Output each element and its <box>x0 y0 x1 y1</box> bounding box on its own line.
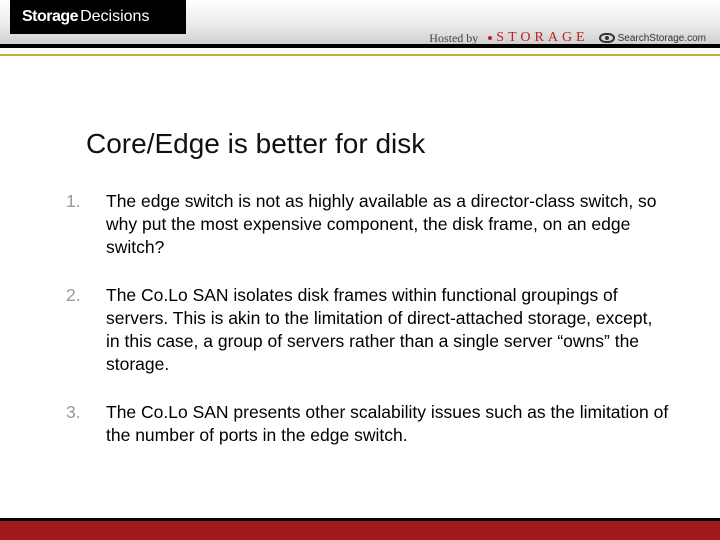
brand-logo: Storage Decisions <box>10 0 186 34</box>
list-item: The edge switch is not as highly availab… <box>66 190 670 258</box>
brand-text-light: Decisions <box>80 8 149 26</box>
sponsor-searchstorage-logo: SearchStorage.com <box>599 33 706 44</box>
list-item-text: The Co.Lo SAN isolates disk frames withi… <box>106 285 652 373</box>
slide: Storage Decisions Hosted by STORAGE Sear… <box>0 0 720 540</box>
hosted-by-label: Hosted by <box>429 31 478 46</box>
eye-icon <box>599 33 615 43</box>
list-item-text: The edge switch is not as highly availab… <box>106 191 657 257</box>
hosted-by-block: Hosted by STORAGE SearchStorage.com <box>429 30 706 46</box>
slide-title: Core/Edge is better for disk <box>86 128 425 160</box>
dot-icon <box>488 36 492 40</box>
list-item-text: The Co.Lo SAN presents other scalability… <box>106 402 668 445</box>
footer-bar <box>0 518 720 540</box>
list-item: The Co.Lo SAN presents other scalability… <box>66 401 670 447</box>
sponsor-storage-text: STORAGE <box>496 30 588 46</box>
bullet-list: The edge switch is not as highly availab… <box>66 190 670 473</box>
sponsor-storage-logo: STORAGE <box>488 30 588 46</box>
sponsor-searchstorage-text: SearchStorage.com <box>618 33 706 44</box>
header-band: Storage Decisions Hosted by STORAGE Sear… <box>0 0 720 48</box>
brand-text-bold: Storage <box>22 8 78 26</box>
list-item: The Co.Lo SAN isolates disk frames withi… <box>66 284 670 375</box>
divider-rule <box>0 54 720 56</box>
